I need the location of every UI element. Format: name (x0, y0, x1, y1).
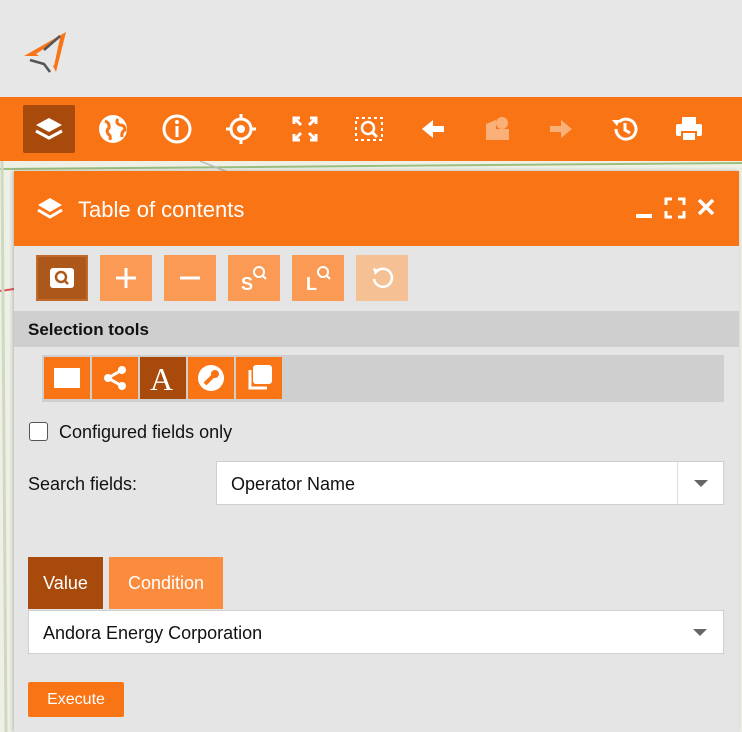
reset-button[interactable] (356, 255, 408, 301)
tab-value[interactable]: Value (28, 557, 103, 609)
app-header (0, 0, 742, 97)
globe-icon (99, 115, 127, 143)
svg-text:L: L (306, 274, 317, 293)
minus-icon (180, 276, 200, 280)
plus-icon (116, 268, 136, 288)
wrench-icon (198, 365, 224, 391)
search-s-icon: S (241, 266, 267, 293)
network-select-button[interactable] (92, 357, 138, 399)
full-extent-button[interactable] (279, 105, 331, 153)
history-button[interactable] (599, 105, 651, 153)
search-fields-label: Search fields: (28, 474, 138, 494)
copy-layers-button[interactable] (236, 357, 282, 399)
value-select[interactable]: Andora Energy Corporation (28, 610, 724, 654)
search-s-button[interactable]: S (228, 255, 280, 301)
tab-condition[interactable]: Condition (109, 557, 223, 609)
app-logo (24, 32, 66, 73)
selection-tools-strip: A (42, 355, 724, 402)
zoom-search-button[interactable] (36, 255, 88, 301)
rectangle-select-icon (54, 368, 80, 388)
configured-fields-checkbox[interactable] (29, 422, 48, 441)
main-toolbar (0, 97, 742, 161)
search-fields-value: Operator Name (231, 474, 356, 494)
forward-arrow-icon (550, 120, 572, 138)
minimize-icon[interactable] (634, 197, 654, 221)
reset-icon (372, 267, 394, 288)
crosshair-icon (226, 114, 256, 144)
rectangle-select-button[interactable] (44, 357, 90, 399)
selection-tools-header: Selection tools (14, 311, 739, 347)
close-icon[interactable] (696, 197, 716, 217)
more-button[interactable] (727, 105, 742, 153)
text-a-icon: A (150, 362, 173, 394)
fullscreen-icon (292, 116, 318, 142)
execute-button[interactable]: Execute (28, 682, 124, 717)
maximize-icon[interactable] (664, 197, 686, 219)
svg-text:A: A (150, 362, 173, 394)
configured-fields-label: Configured fields only (59, 422, 233, 442)
svg-text:S: S (241, 274, 253, 293)
chevron-down-icon[interactable] (677, 462, 723, 504)
locate-button[interactable] (215, 105, 267, 153)
forward-button[interactable] (535, 105, 587, 153)
layers-icon (37, 198, 63, 219)
share-nodes-icon (104, 366, 126, 390)
panel-title: Table of contents (78, 197, 245, 222)
info-icon (162, 114, 192, 144)
add-button[interactable] (100, 255, 152, 301)
zoom-search-icon (50, 268, 74, 288)
back-button[interactable] (407, 105, 459, 153)
shapes-icon (486, 117, 509, 140)
print-icon (676, 117, 702, 142)
panel-header: Table of contents (14, 171, 739, 246)
shapes-button[interactable] (471, 105, 523, 153)
back-arrow-icon (422, 120, 444, 138)
layers-icon (35, 118, 63, 140)
search-l-icon: L (306, 266, 331, 293)
tool-select-button[interactable] (188, 357, 234, 399)
basemap-button[interactable] (87, 105, 139, 153)
print-button[interactable] (663, 105, 715, 153)
attribute-select-button[interactable]: A (140, 357, 186, 399)
copy-layers-icon (248, 365, 272, 390)
search-l-button[interactable]: L (292, 255, 344, 301)
layers-button[interactable] (23, 105, 75, 153)
chevron-down-icon[interactable] (677, 611, 723, 653)
zoom-selection-icon (355, 117, 383, 141)
value-select-value: Andora Energy Corporation (43, 623, 263, 643)
info-button[interactable] (151, 105, 203, 153)
table-of-contents-panel: Table of contents S L Selection tools A (14, 171, 739, 732)
search-fields-select[interactable]: Operator Name (216, 461, 724, 505)
history-icon (612, 117, 638, 141)
remove-button[interactable] (164, 255, 216, 301)
section-title: Selection tools (28, 320, 149, 339)
zoom-selection-button[interactable] (343, 105, 395, 153)
